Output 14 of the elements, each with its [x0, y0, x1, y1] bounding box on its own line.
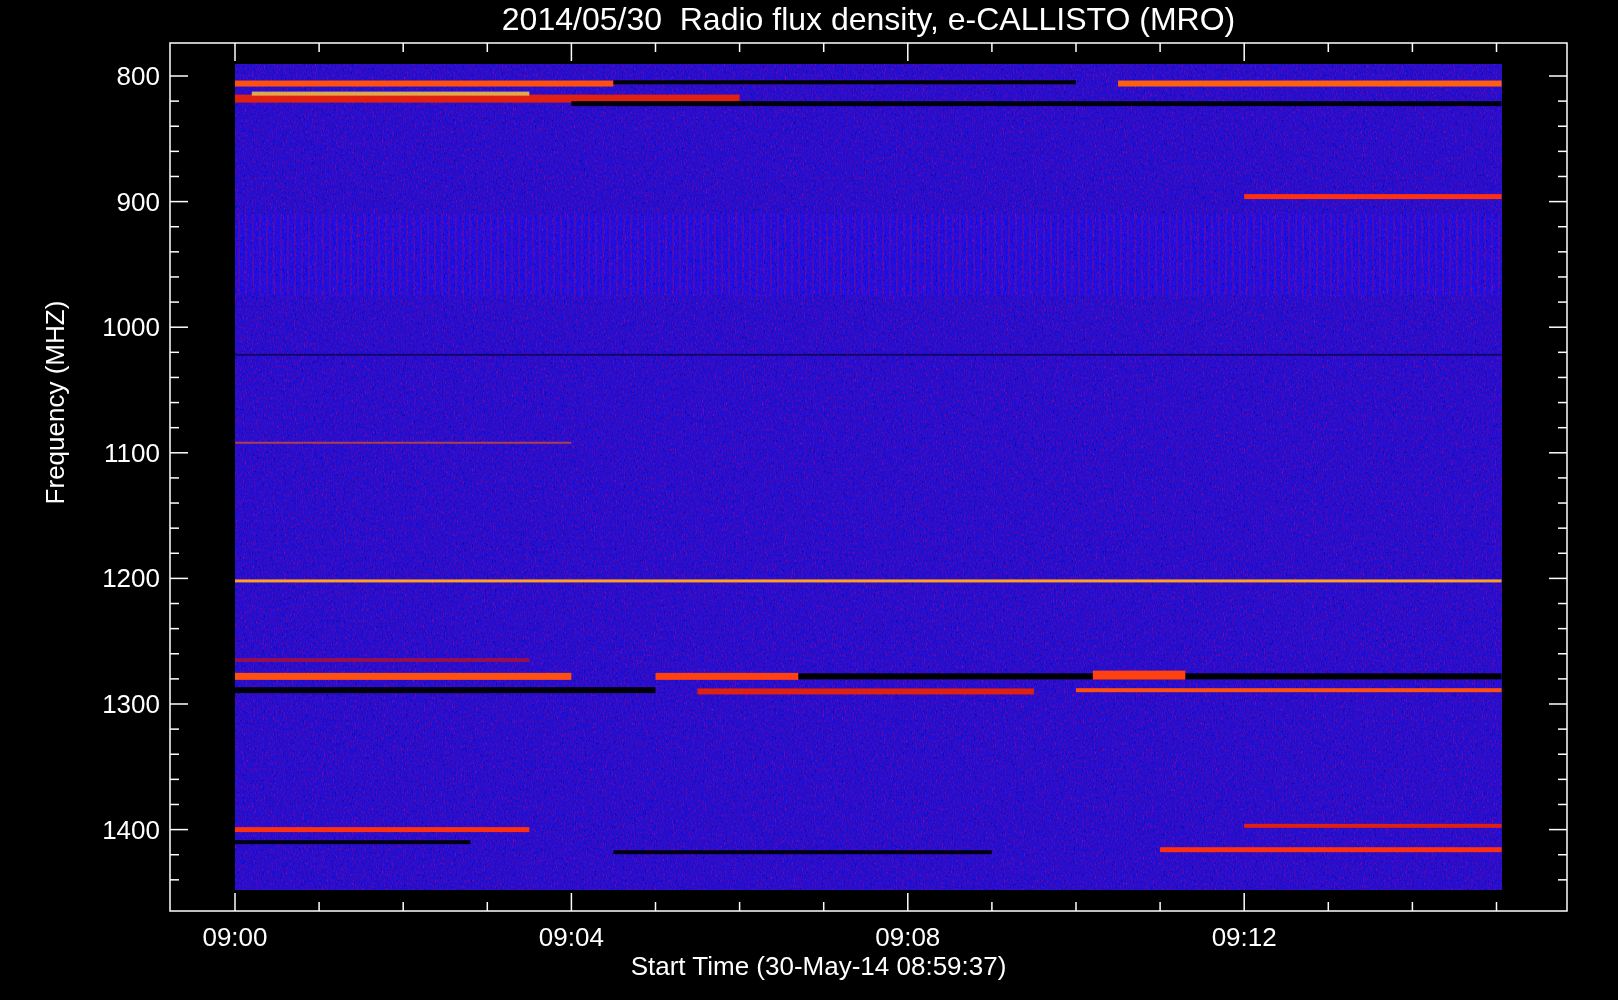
chart-title: 2014/05/30 Radio flux density, e-CALLISTO (MRO) — [501, 1, 1236, 37]
x-tick-label: 09:04 — [538, 922, 604, 952]
y-tick-label: 1200 — [102, 563, 160, 594]
x-tick-label: 09:12 — [1211, 922, 1277, 952]
x-axis-label: Start Time (30-May-14 08:59:37) — [630, 951, 1007, 981]
y-tick-label: 1100 — [104, 437, 160, 468]
y-tick-label: 800 — [116, 61, 160, 91]
y-axis-label: Frequency (MHZ) — [40, 300, 70, 505]
y-tick-label: 900 — [116, 186, 160, 217]
x-tick-label: 09:00 — [202, 922, 268, 952]
y-tick-label: 1000 — [102, 312, 160, 343]
y-tick-label: 1300 — [102, 689, 160, 719]
y-tick-label: 1400 — [102, 814, 160, 845]
x-tick-label: 09:08 — [875, 922, 941, 952]
